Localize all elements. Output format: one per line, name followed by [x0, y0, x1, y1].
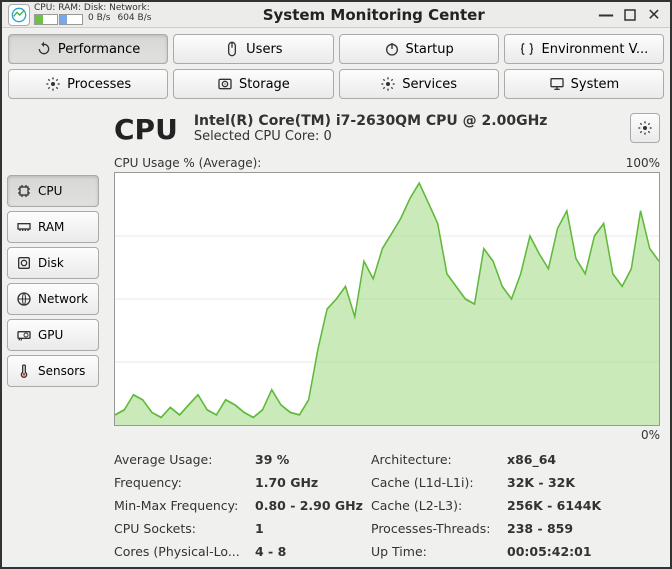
sidebar-item-ram[interactable]: RAM	[7, 211, 99, 243]
tab-storage[interactable]: Storage	[173, 69, 333, 99]
info-value: 39 %	[255, 452, 365, 467]
gear-icon	[45, 76, 61, 92]
info-value: 32K - 32K	[507, 475, 660, 490]
sidebar: CPU RAM Disk Network GPU Sensors	[2, 105, 104, 567]
info-label: Cores (Physical-Lo...	[114, 544, 249, 559]
close-button[interactable]: ✕	[644, 6, 664, 24]
selected-core: Selected CPU Core: 0	[194, 129, 614, 144]
tab-startup[interactable]: Startup	[339, 34, 499, 64]
info-label: CPU Sockets:	[114, 521, 249, 536]
sidebar-label: Network	[38, 292, 88, 306]
sidebar-item-sensors[interactable]: Sensors	[7, 355, 99, 387]
tab-processes[interactable]: Processes	[8, 69, 168, 99]
ram-icon	[16, 219, 32, 235]
tab-label: Performance	[58, 42, 140, 57]
cpu-header: CPU Intel(R) Core(TM) i7-2630QM CPU @ 2.…	[114, 113, 660, 146]
settings-button[interactable]	[630, 113, 660, 143]
tab-label: Services	[402, 77, 457, 92]
info-label: Average Usage:	[114, 452, 249, 467]
maximize-button[interactable]	[620, 6, 640, 24]
info-value: 00:05:42:01	[507, 544, 660, 559]
tab-environment[interactable]: Environment V...	[504, 34, 664, 64]
thermometer-icon	[16, 363, 32, 379]
tab-performance[interactable]: Performance	[8, 34, 168, 64]
sidebar-item-cpu[interactable]: CPU	[7, 175, 99, 207]
disk-icon	[217, 76, 233, 92]
info-value: 1.70 GHz	[255, 475, 365, 490]
gear-icon	[637, 120, 653, 136]
chart-label: CPU Usage % (Average):	[114, 156, 261, 170]
info-label: Processes-Threads:	[371, 521, 501, 536]
info-label: Frequency:	[114, 475, 249, 490]
chart-labels: CPU Usage % (Average): 100%	[114, 156, 660, 170]
sidebar-label: RAM	[38, 220, 64, 234]
info-label: Min-Max Frequency:	[114, 498, 249, 513]
info-label: Architecture:	[371, 452, 501, 467]
tab-label: System	[571, 77, 619, 92]
cpu-description: Intel(R) Core(TM) i7-2630QM CPU @ 2.00GH…	[194, 113, 614, 144]
cpu-info-grid: Average Usage: 39 % Architecture: x86_64…	[114, 452, 660, 559]
cpu-icon	[16, 183, 32, 199]
page-title: CPU	[114, 113, 178, 146]
app-icon	[8, 4, 30, 26]
tab-label: Processes	[67, 77, 131, 92]
sidebar-item-disk[interactable]: Disk	[7, 247, 99, 279]
info-value: 238 - 859	[507, 521, 660, 536]
titlebar: CPU: RAM: Disk: Network: 0 B/s 604 B/s S…	[2, 2, 670, 28]
info-value: 4 - 8	[255, 544, 365, 559]
braces-icon	[519, 41, 535, 57]
tab-services[interactable]: Services	[339, 69, 499, 99]
info-value: 256K - 6144K	[507, 498, 660, 513]
chart-min-row: 0%	[114, 428, 660, 442]
tab-label: Users	[246, 42, 282, 57]
sidebar-item-gpu[interactable]: GPU	[7, 319, 99, 351]
tab-label: Environment V...	[541, 42, 648, 57]
info-value: x86_64	[507, 452, 660, 467]
tab-label: Storage	[239, 77, 290, 92]
tab-users[interactable]: Users	[173, 34, 333, 64]
sidebar-label: GPU	[38, 328, 63, 342]
sidebar-label: Sensors	[38, 364, 85, 378]
info-value: 1	[255, 521, 365, 536]
tab-system[interactable]: System	[504, 69, 664, 99]
refresh-icon	[36, 41, 52, 57]
info-label: Up Time:	[371, 544, 501, 559]
globe-icon	[16, 291, 32, 307]
chart-min: 0%	[641, 428, 660, 442]
info-label: Cache (L2-L3):	[371, 498, 501, 513]
sidebar-label: Disk	[38, 256, 64, 270]
disk-icon	[16, 255, 32, 271]
tab-label: Startup	[406, 42, 454, 57]
power-icon	[384, 41, 400, 57]
titlebar-stats: CPU: RAM: Disk: Network: 0 B/s 604 B/s	[34, 4, 151, 25]
cpu-model: Intel(R) Core(TM) i7-2630QM CPU @ 2.00GH…	[194, 113, 614, 129]
sidebar-item-network[interactable]: Network	[7, 283, 99, 315]
minimize-button[interactable]: —	[596, 6, 616, 24]
gear-icon	[380, 76, 396, 92]
gpu-icon	[16, 327, 32, 343]
info-value: 0.80 - 2.90 GHz	[255, 498, 365, 513]
sidebar-label: CPU	[38, 184, 62, 198]
monitor-icon	[549, 76, 565, 92]
main-area: CPU RAM Disk Network GPU Sensors CPU Int…	[2, 105, 670, 567]
chart-max: 100%	[626, 156, 660, 170]
main-tabs: Performance Users Startup Environment V.…	[2, 28, 670, 105]
content-panel: CPU Intel(R) Core(TM) i7-2630QM CPU @ 2.…	[104, 105, 670, 567]
info-label: Cache (L1d-L1i):	[371, 475, 501, 490]
mouse-icon	[224, 41, 240, 57]
cpu-usage-chart	[114, 172, 660, 426]
window-title: System Monitoring Center	[155, 6, 592, 24]
